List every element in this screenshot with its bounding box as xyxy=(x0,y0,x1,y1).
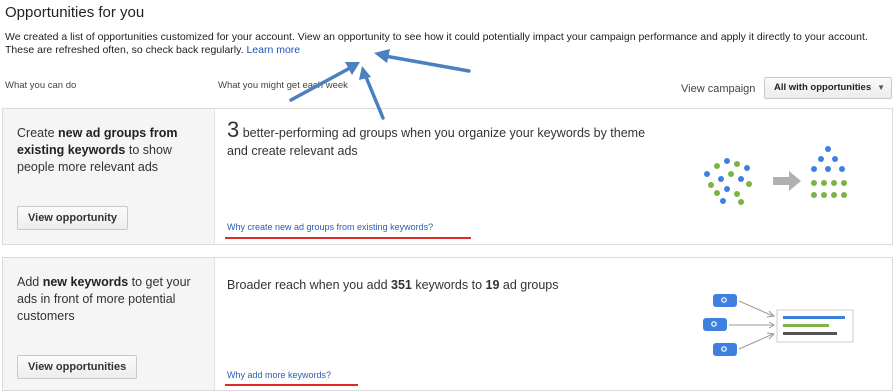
annotation-arrows xyxy=(289,49,471,120)
